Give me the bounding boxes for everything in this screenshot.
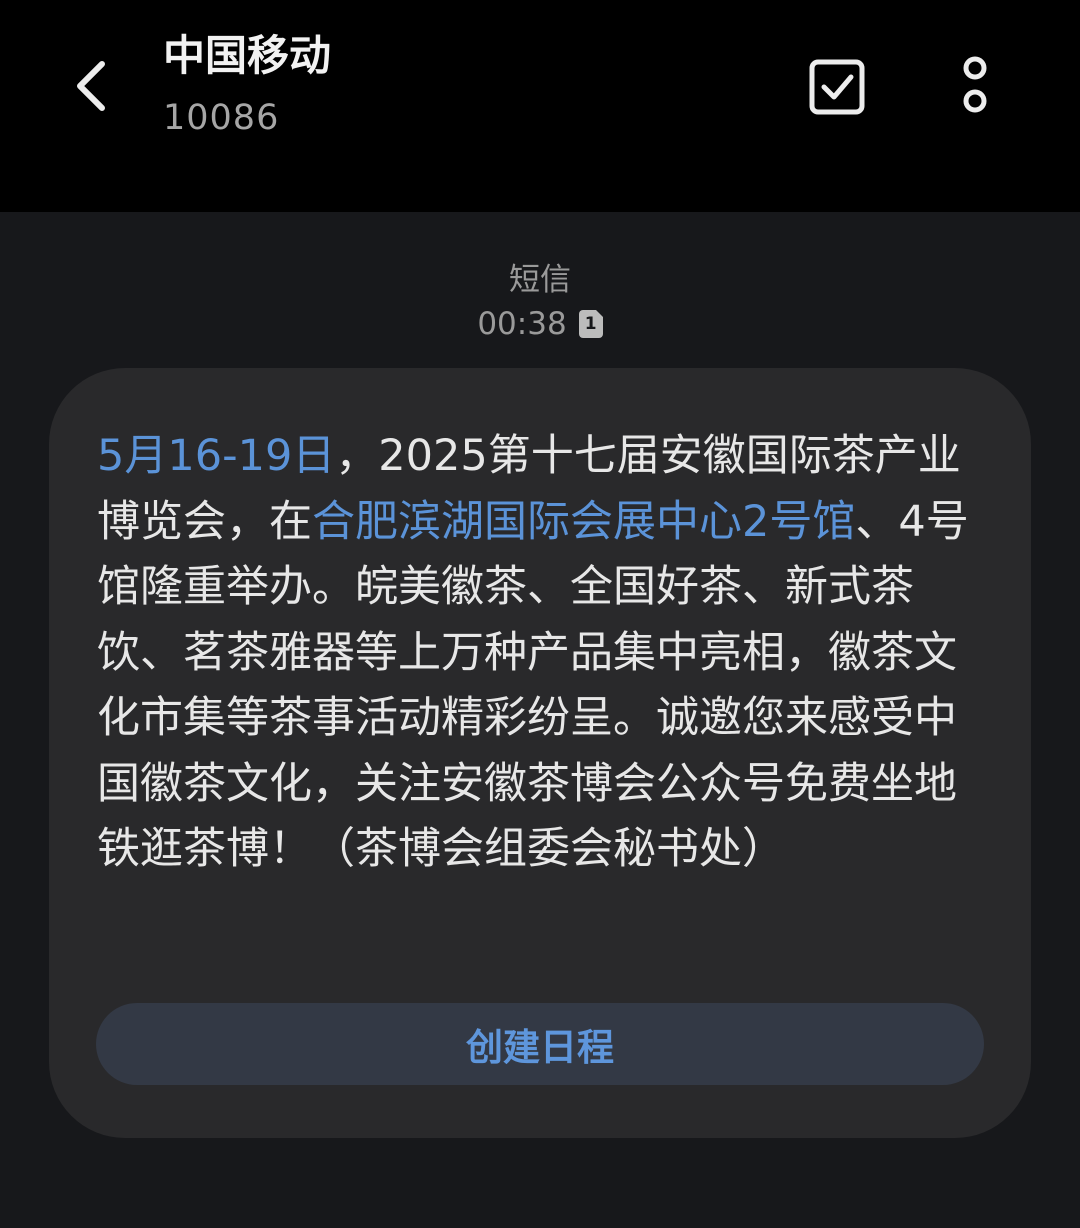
back-button[interactable] — [56, 50, 128, 122]
sim-number: 1 — [584, 313, 597, 334]
date-link[interactable]: 5月16-19日 — [97, 431, 335, 481]
sim-card-icon: 1 — [578, 310, 603, 338]
select-messages-button[interactable] — [796, 46, 878, 128]
create-schedule-label: 创建日程 — [466, 1026, 614, 1069]
conversation-title: 中国移动 10086 — [163, 28, 331, 140]
message-bubble[interactable]: 5月16-19日，2025第十七届安徽国际茶产业博览会，在合肥滨湖国际会展中心2… — [49, 368, 1031, 1138]
message-text: 5月16-19日，2025第十七届安徽国际茶产业博览会，在合肥滨湖国际会展中心2… — [97, 424, 977, 883]
message-time-row: 00:38 1 — [0, 302, 1080, 346]
more-vertical-icon — [963, 56, 987, 113]
contact-number: 10086 — [163, 98, 280, 138]
checkbox-icon — [809, 59, 865, 115]
address-link[interactable]: 合肥滨湖国际会展中心2号馆 — [312, 497, 855, 547]
contact-name: 中国移动 — [163, 31, 332, 80]
message-text-part: 、4号馆隆重举办。皖美徽茶、全国好茶、新式茶饮、茗茶雅器等上万种产品集中亮相，徽… — [97, 496, 969, 875]
create-schedule-button[interactable]: 创建日程 — [96, 1003, 984, 1085]
message-meta: 短信 00:38 1 — [0, 258, 1080, 346]
chevron-left-icon — [77, 61, 105, 111]
message-time: 00:38 — [477, 306, 567, 342]
more-options-button[interactable] — [934, 46, 1016, 128]
message-type-label: 短信 — [509, 262, 571, 298]
top-app-bar: 中国移动 10086 — [0, 0, 1080, 212]
